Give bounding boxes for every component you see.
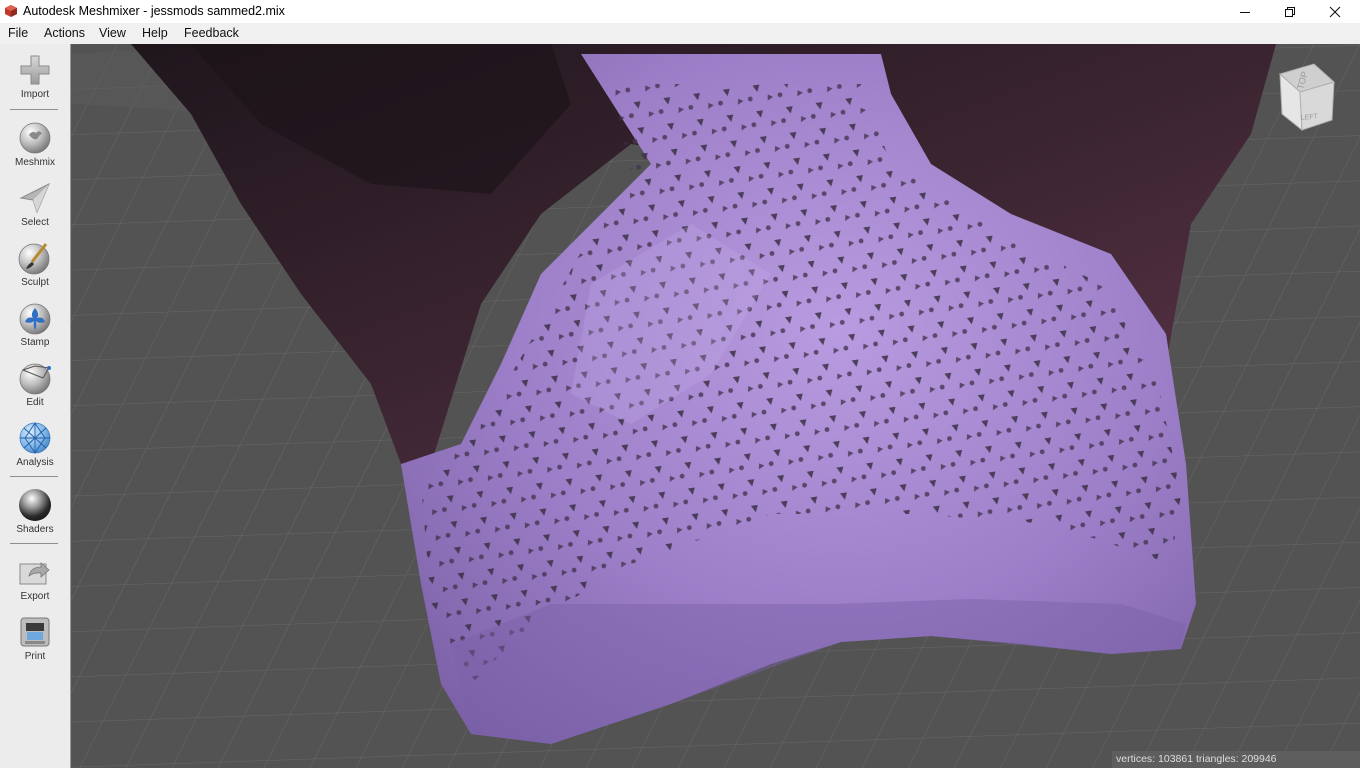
minimize-button[interactable] [1222,0,1268,23]
edit-mesh-icon [19,363,51,395]
window-title: Autodesk Meshmixer - jessmods sammed2.mi… [23,4,285,18]
print-button[interactable]: Print [0,614,70,662]
menu-view[interactable]: View [99,26,126,40]
import-label: Import [20,89,50,100]
edit-button[interactable]: Edit [0,360,70,408]
menu-bar: File Actions View Help Feedback [0,23,1360,45]
sculpt-label: Sculpt [21,277,49,288]
analysis-label: Analysis [16,457,54,468]
tool-panel: Import Meshmix Select Sculpt Stamp Edit … [0,44,71,768]
sculpt-button[interactable]: Sculpt [0,240,70,288]
shaders-button[interactable]: Shaders [0,487,70,535]
shaders-sphere-icon [19,489,51,521]
toolbar-divider [10,543,58,544]
meshmix-label: Meshmix [14,157,55,168]
export-icon [19,562,50,585]
mesh-stats-status: vertices: 103861 triangles: 209946 [1112,751,1360,768]
minimize-icon [1240,11,1250,13]
print-label: Print [24,651,46,662]
export-button[interactable]: Export [0,554,70,602]
restore-icon [1285,6,1295,17]
export-label: Export [20,591,50,602]
edit-label: Edit [26,397,44,408]
stamp-button[interactable]: Stamp [0,300,70,348]
menu-file[interactable]: File [8,26,28,40]
stamp-icon [19,303,51,335]
close-button[interactable] [1312,0,1358,23]
sculpt-brush-icon [18,243,50,275]
select-arrow-icon [19,182,50,214]
analysis-wireframe-icon [19,422,51,454]
scene-render [71,44,1360,768]
import-button[interactable]: Import [0,52,70,100]
3d-viewport[interactable]: TOP LEFT vertices: 103861 triangles: 209… [71,44,1360,768]
meshmixer-app-icon [5,5,17,17]
menu-feedback[interactable]: Feedback [184,26,239,40]
select-label: Select [21,217,49,228]
meshmix-bunny-icon [19,122,51,154]
shaders-label: Shaders [16,524,54,535]
toolbar-divider [10,476,58,477]
view-cube[interactable]: TOP LEFT [1274,60,1338,134]
select-button[interactable]: Select [0,180,70,228]
meshmix-button[interactable]: Meshmix [0,120,70,168]
menu-actions[interactable]: Actions [44,26,85,40]
restore-button[interactable] [1267,0,1313,23]
plus-icon [20,55,50,85]
title-bar: Autodesk Meshmixer - jessmods sammed2.mi… [0,0,1360,23]
analysis-button[interactable]: Analysis [0,420,70,468]
stamp-label: Stamp [20,337,50,348]
printer-icon [20,617,50,647]
toolbar-divider [10,109,58,110]
menu-help[interactable]: Help [142,26,168,40]
close-icon [1329,6,1341,17]
